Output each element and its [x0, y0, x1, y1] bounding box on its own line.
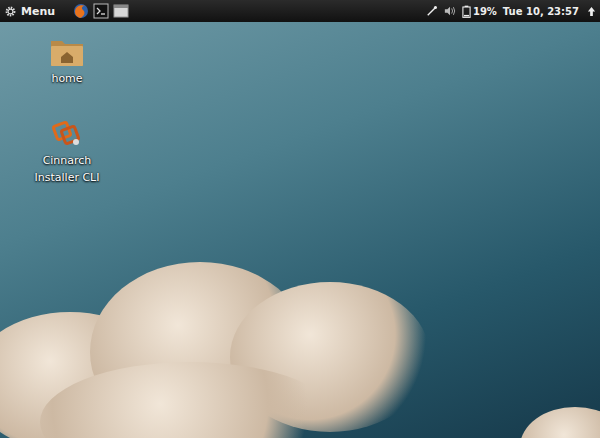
launcher[interactable] — [73, 3, 89, 19]
volume-icon[interactable] — [444, 5, 456, 17]
desktop-icon-label: home — [51, 71, 82, 88]
wallpaper — [0, 22, 600, 438]
launcher-group — [73, 3, 129, 19]
window-icon — [113, 3, 129, 19]
battery-icon — [462, 5, 471, 18]
system-tray: 19% Tue 10, 23:57 — [426, 5, 596, 18]
desktop-icon-label: Cinnarch Installer CLI — [22, 153, 112, 186]
desktop-screen: Menu 19% Tue 10, 23:57 home Cinnarch Install… — [0, 0, 600, 438]
desktop-icon[interactable]: home — [22, 36, 112, 88]
terminal-icon — [93, 3, 109, 19]
battery-reading: 19% — [473, 6, 497, 17]
desktop-icon[interactable]: Cinnarch Installer CLI — [22, 118, 112, 186]
desktop-area: home Cinnarch Installer CLI — [0, 22, 600, 438]
launcher[interactable] — [93, 3, 109, 19]
update-arrow-icon[interactable] — [587, 6, 596, 17]
launcher[interactable] — [113, 3, 129, 19]
gear-icon — [4, 5, 17, 18]
clock[interactable]: Tue 10, 23:57 — [503, 6, 579, 17]
home-folder-icon — [49, 36, 85, 68]
network-icon[interactable] — [426, 5, 438, 17]
top-panel: Menu 19% Tue 10, 23:57 — [0, 0, 600, 22]
browser-icon — [73, 3, 89, 19]
battery-indicator[interactable]: 19% — [462, 5, 497, 18]
menu-button[interactable]: Menu — [4, 5, 63, 18]
installer-icon — [49, 118, 85, 150]
